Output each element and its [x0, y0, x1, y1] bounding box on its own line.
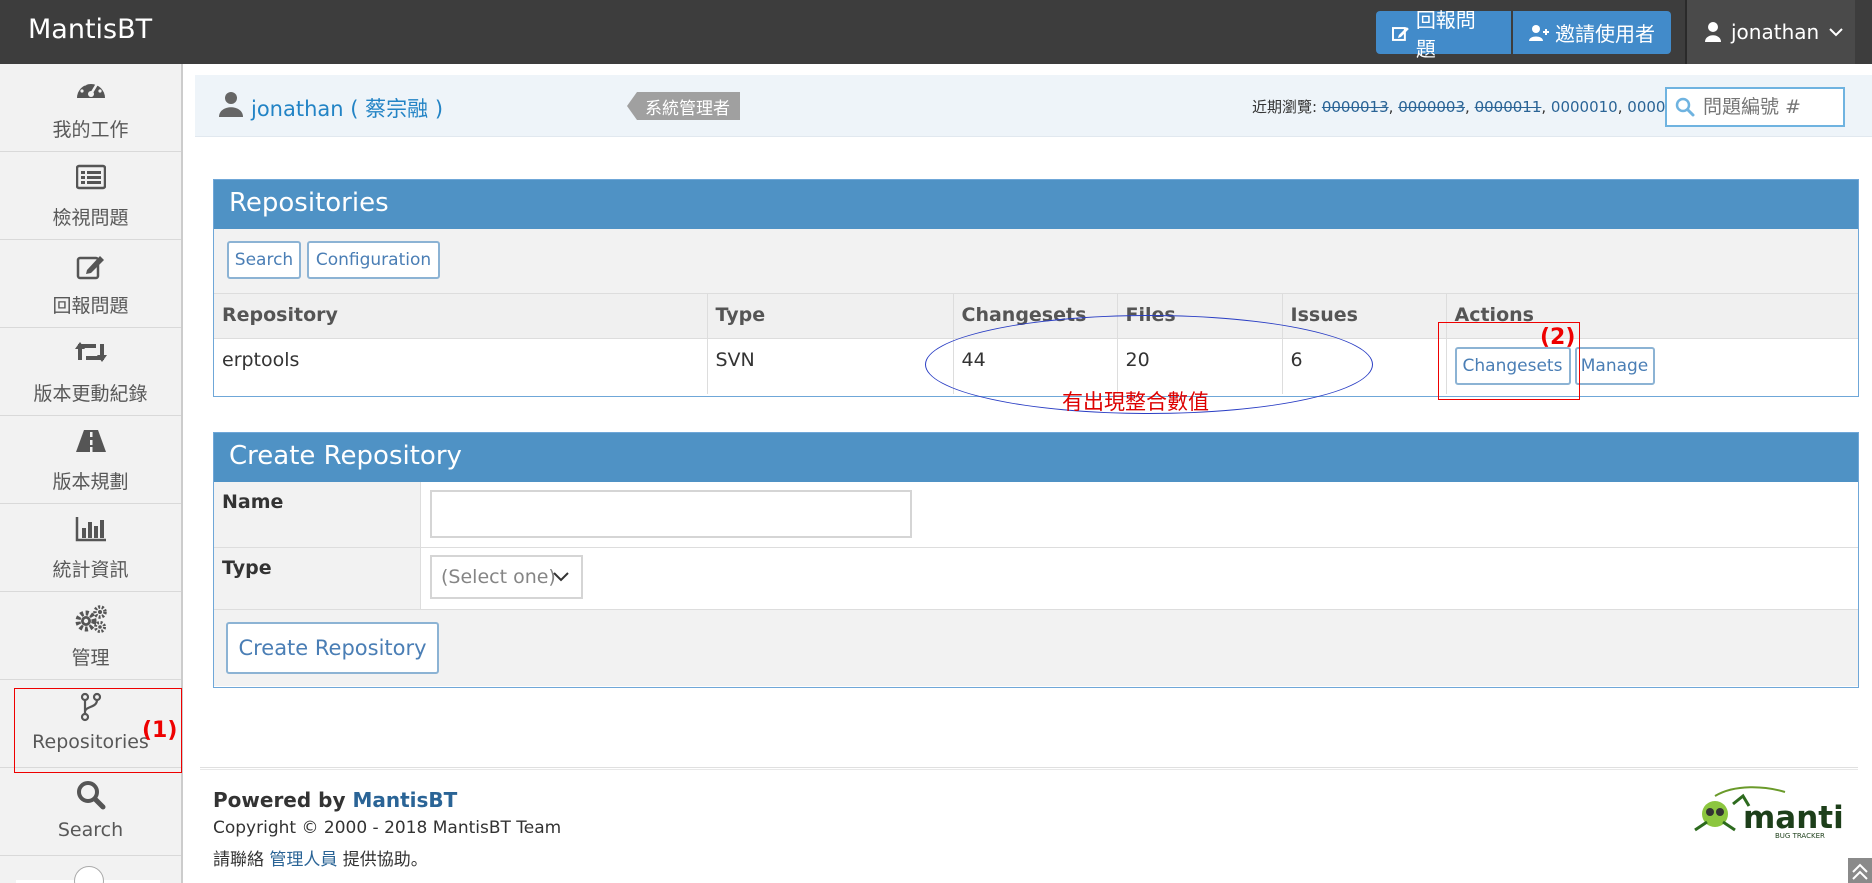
sidebar-item-view-issues[interactable]: 檢視問題 [0, 152, 181, 240]
manage-button[interactable]: Manage [1574, 346, 1655, 385]
recent-issue-link[interactable]: 0000011 [1475, 98, 1542, 116]
sidebar-item-report-issue[interactable]: 回報問題 [0, 240, 181, 328]
copyright-text: Copyright © 2000 - 2018 MantisBT Team [213, 818, 562, 838]
breadcrumb-user[interactable]: jonathan ( 蔡宗融 ) [251, 93, 443, 123]
contact-text: 請聯絡 管理人員 提供協助。 [213, 845, 428, 870]
issue-number-input[interactable] [1703, 95, 1839, 119]
sidebar-item-label: Search [57, 819, 124, 841]
breadcrumb-realname: ( 蔡宗融 ) [350, 97, 444, 121]
scroll-to-top-button[interactable] [1848, 858, 1872, 883]
user-plus-icon [1529, 24, 1549, 41]
search-icon [76, 781, 105, 810]
recent-issue-link[interactable]: 0000013 [1322, 98, 1389, 116]
sidebar-item-label: 版本規劃 [52, 471, 129, 493]
chevron-down-icon [1829, 28, 1843, 37]
sidebar-item-label: 回報問題 [52, 295, 129, 317]
create-repository-footer: Create Repository [214, 610, 1858, 686]
powered-by: Powered by MantisBT [213, 788, 457, 812]
type-row: Type (Select one) [214, 548, 1858, 610]
svg-text:mantis: mantis [1743, 800, 1845, 836]
administrator-link[interactable]: 管理人員 [269, 850, 337, 870]
svg-text:BUG TRACKER: BUG TRACKER [1775, 832, 1825, 840]
annotation-note: 有出現整合數值 [1062, 390, 1209, 414]
top-navbar: MantisBT 回報問題 邀請使用者 jonathan [0, 0, 1872, 64]
configuration-button[interactable]: Configuration [307, 241, 440, 279]
sidebar-item-label: 版本更動紀錄 [33, 383, 148, 405]
user-menu-toggle[interactable]: jonathan [1687, 0, 1855, 64]
annotation-mark-2: (2) [1540, 325, 1576, 350]
create-repository-widget: Create Repository Name Type (Select one)… [213, 432, 1859, 688]
annotation-mark-1: (1) [142, 718, 178, 743]
type-selected-value: (Select one) [441, 566, 556, 588]
create-repository-button[interactable]: Create Repository [226, 622, 439, 674]
search-icon [1675, 97, 1695, 117]
chevron-up-icon [1852, 863, 1868, 880]
user-icon [219, 92, 243, 117]
retweet-icon [74, 342, 107, 362]
type-select[interactable]: (Select one) [430, 555, 583, 599]
contact-prefix: 請聯絡 [213, 850, 270, 870]
brand-title[interactable]: MantisBT [28, 14, 152, 45]
user-icon [1705, 22, 1721, 42]
sidebar-item-my-view[interactable]: 我的工作 [0, 64, 181, 152]
sidebar-item-roadmap[interactable]: 版本規劃 [0, 416, 181, 504]
repository-name: erptools [214, 338, 708, 394]
name-input[interactable] [430, 490, 912, 538]
powered-by-prefix: Powered by [213, 788, 353, 812]
name-row: Name [214, 482, 1858, 548]
repositories-title: Repositories [214, 180, 1858, 229]
mantisbt-link[interactable]: MantisBT [352, 788, 457, 812]
sidebar-item-search[interactable]: Search [0, 768, 181, 856]
sidebar-item-label: 統計資訊 [52, 559, 129, 581]
report-issue-button[interactable]: 回報問題 [1376, 8, 1511, 61]
mantis-logo-icon[interactable]: mantis BUG TRACKER [1685, 786, 1845, 842]
road-icon [75, 430, 106, 452]
recent-issues: 近期瀏覽: 0000013, 0000003, 0000011, 0000010… [1252, 98, 1695, 116]
footer-divider [200, 767, 1858, 770]
sidebar-item-changelog[interactable]: 版本更動紀錄 [0, 328, 181, 416]
invite-user-button[interactable]: 邀請使用者 [1513, 11, 1671, 54]
username: jonathan [1731, 20, 1820, 44]
column-header: Type [707, 294, 954, 339]
create-repository-title: Create Repository [214, 433, 1858, 482]
recent-issues-label: 近期瀏覽: [1252, 98, 1318, 116]
breadcrumb-username[interactable]: jonathan [251, 97, 344, 121]
sidebar-item-label: 我的工作 [52, 119, 129, 141]
role-badge: 系統管理者 [627, 92, 740, 120]
gears-icon [75, 605, 107, 633]
type-label: Type [214, 548, 421, 609]
repositories-toolbar: Search Configuration [214, 229, 1858, 294]
breadcrumb: jonathan ( 蔡宗融 ) 系統管理者 近期瀏覽: 0000013, 00… [195, 75, 1872, 137]
repository-type: SVN [707, 338, 954, 394]
sidebar-item-manage[interactable]: 管理 [0, 592, 181, 680]
double-angle-left-icon[interactable] [74, 866, 104, 883]
sidebar-item-label: 管理 [71, 647, 110, 669]
recent-issue-link[interactable]: 0000010 [1551, 98, 1618, 116]
edit-icon [76, 256, 104, 280]
bar-chart-icon [75, 517, 106, 542]
dashboard-icon [76, 80, 105, 98]
report-issue-label: 回報問題 [1415, 7, 1476, 61]
recent-issue-link[interactable]: 0000003 [1398, 98, 1465, 116]
search-button[interactable]: Search [227, 241, 301, 279]
sidebar-item-summary[interactable]: 統計資訊 [0, 504, 181, 592]
column-header: Repository [214, 294, 708, 339]
sidebar-item-label: 檢視問題 [52, 207, 129, 229]
chevron-down-icon [553, 572, 569, 582]
list-icon [75, 164, 106, 190]
name-label: Name [214, 482, 421, 547]
invite-user-label: 邀請使用者 [1555, 22, 1655, 46]
contact-suffix: 提供協助。 [337, 850, 428, 870]
issue-search-box [1665, 87, 1845, 127]
edit-icon [1392, 26, 1409, 41]
